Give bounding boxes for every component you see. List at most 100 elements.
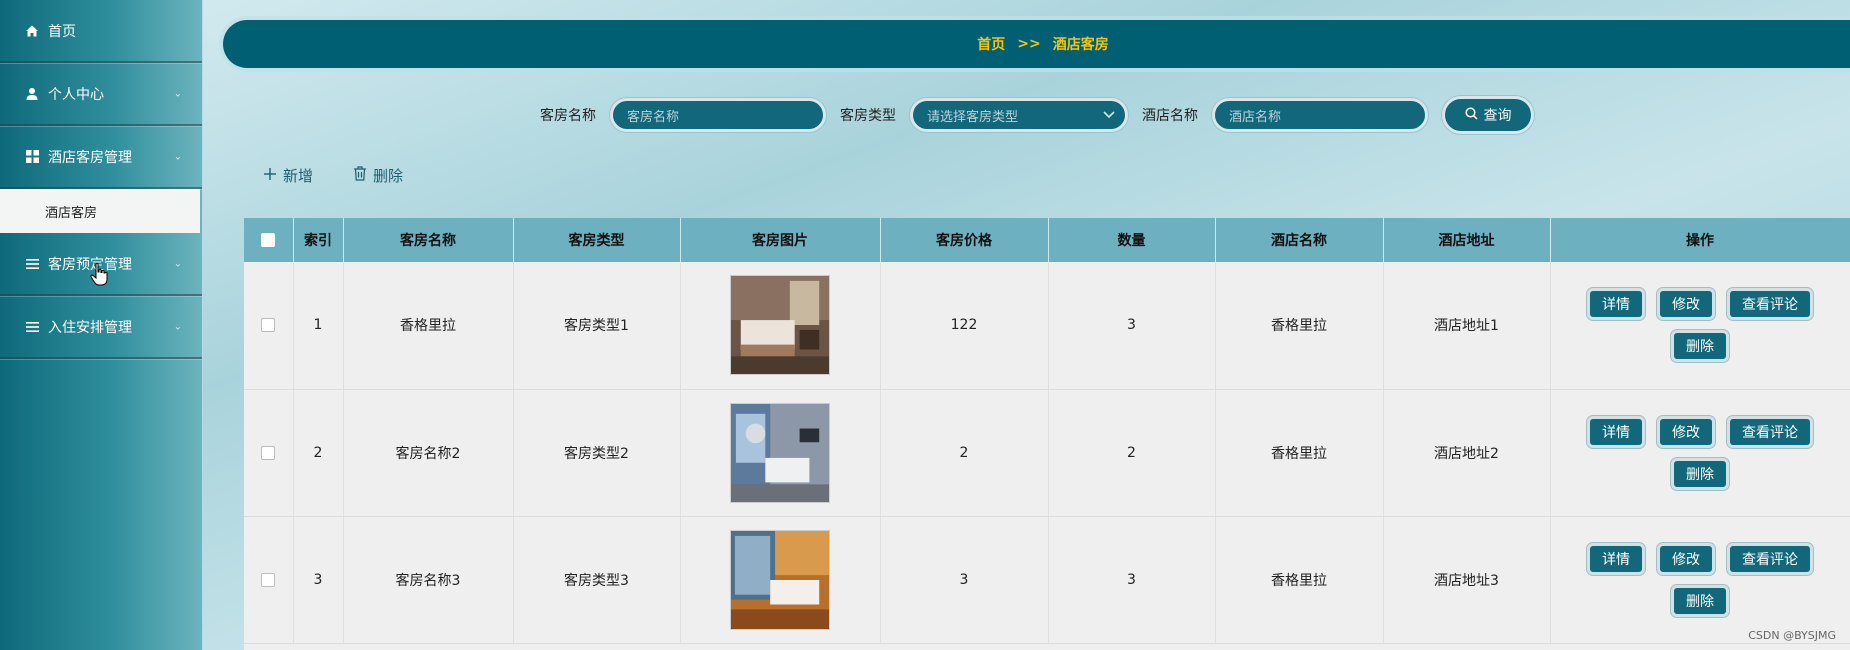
room-price-cell: 3: [880, 516, 1049, 644]
delete-button[interactable]: 删除: [1671, 330, 1729, 363]
table-row: 3 客房名称3 客房类型3 3 3 香格里拉 酒店地址3 详情 修改 查看评论 …: [244, 516, 1850, 644]
room-type-cell: 客房类型1: [513, 262, 681, 390]
room-count-cell: 3: [1048, 262, 1216, 390]
sidebar: 首页 个人中心 ⌄ 酒店客房管理 ⌄ 酒店客房 客房预定管理 ⌄ 入住安排管理 …: [0, 0, 203, 650]
edit-button[interactable]: 修改: [1657, 415, 1715, 448]
sidebar-item-hotel-room-management[interactable]: 酒店客房管理 ⌄: [0, 126, 202, 189]
operations-cell: 详情 修改 查看评论 删除: [1550, 516, 1850, 644]
hotel-name-cell: 香格里拉: [1215, 389, 1384, 517]
sidebar-item-home[interactable]: 首页: [0, 0, 202, 63]
home-icon: [24, 23, 40, 39]
hotel-address-cell: 酒店地址3: [1383, 516, 1551, 644]
row-checkbox[interactable]: [261, 318, 276, 333]
query-button[interactable]: 查询: [1442, 96, 1534, 134]
column-header: 客房名称: [343, 218, 514, 262]
search-bar: 客房名称 客房名称 客房类型 请选择客房类型 酒店名称 酒店名称 查询: [540, 96, 1534, 134]
hotel-name-input[interactable]: 酒店名称: [1212, 98, 1428, 132]
sidebar-item-checkin-management[interactable]: 入住安排管理 ⌄: [0, 296, 202, 359]
table-header-row: 索引 客房名称 客房类型 客房图片 客房价格 数量 酒店名称 酒店地址 操作: [244, 218, 1850, 262]
room-count-cell: 2: [1048, 389, 1216, 517]
chevron-down-icon: ⌄: [173, 258, 182, 269]
room-name-input[interactable]: 客房名称: [610, 98, 826, 132]
edit-button[interactable]: 修改: [1657, 288, 1715, 321]
breadcrumb-home[interactable]: 首页: [977, 34, 1005, 54]
room-type-placeholder: 请选择客房类型: [927, 109, 1019, 125]
delete-button[interactable]: 删除: [1671, 457, 1729, 490]
operations-cell: 详情 修改 查看评论 删除: [1550, 389, 1850, 517]
room-price-cell: 2: [880, 389, 1049, 517]
column-header: 索引: [293, 218, 344, 262]
hotel-address-cell: 酒店地址1: [1383, 262, 1551, 390]
row-select-cell: [244, 516, 294, 644]
grid-icon: [24, 149, 40, 165]
breadcrumb: 首页 >> 酒店客房: [223, 20, 1850, 68]
chevron-down-icon: ⌄: [173, 321, 182, 332]
watermark: CSDN @BYSJMG: [1748, 629, 1836, 642]
column-header: 客房类型: [513, 218, 681, 262]
chevron-down-icon: ⌄: [173, 88, 182, 99]
detail-button[interactable]: 详情: [1587, 288, 1645, 321]
plus-icon: [263, 167, 277, 185]
room-image-cell: [680, 262, 881, 390]
room-type-cell: 客房类型3: [513, 516, 681, 644]
index-cell: 2: [293, 389, 344, 517]
column-header: 数量: [1048, 218, 1216, 262]
hotel-name-label: 酒店名称: [1142, 108, 1198, 124]
room-type-cell: 客房类型2: [513, 389, 681, 517]
select-all-cell: [244, 218, 294, 262]
column-header: 客房价格: [880, 218, 1049, 262]
submenu-item-hotel-rooms[interactable]: 酒店客房: [0, 189, 200, 233]
room-image-cell: [680, 516, 881, 644]
view-reviews-button[interactable]: 查看评论: [1727, 415, 1813, 448]
breadcrumb-current: 酒店客房: [1052, 37, 1109, 53]
index-cell: 1: [293, 262, 344, 390]
list-icon: [24, 319, 40, 335]
column-header: 操作: [1550, 218, 1850, 262]
detail-button[interactable]: 详情: [1587, 542, 1645, 575]
room-name-placeholder: 客房名称: [627, 109, 680, 125]
sidebar-item-label: 入住安排管理: [48, 319, 132, 336]
room-name-cell: 香格里拉: [343, 262, 514, 390]
sidebar-item-label: 首页: [48, 23, 76, 40]
breadcrumb-separator: >>: [1017, 36, 1041, 52]
select-all-checkbox[interactable]: [261, 233, 276, 247]
chevron-down-icon: [1103, 108, 1115, 123]
room-name-cell: 客房名称3: [343, 516, 514, 644]
search-icon: [1464, 106, 1478, 124]
batch-delete-button[interactable]: 删除: [353, 165, 403, 186]
user-icon: [24, 86, 40, 102]
query-button-label: 查询: [1483, 108, 1512, 124]
trash-icon: [353, 166, 367, 185]
sidebar-item-personal-center[interactable]: 个人中心 ⌄: [0, 63, 202, 126]
delete-button[interactable]: 删除: [1671, 584, 1729, 617]
room-image: [730, 275, 830, 376]
list-icon: [24, 256, 40, 272]
view-reviews-button[interactable]: 查看评论: [1727, 542, 1813, 575]
hotel-address-cell: 酒店地址2: [1383, 389, 1551, 517]
room-type-label: 客房类型: [840, 108, 896, 124]
hand-cursor-icon: [90, 262, 108, 286]
index-cell: 3: [293, 516, 344, 644]
add-button-label: 新增: [283, 167, 314, 185]
table-row: 2 客房名称2 客房类型2 2 2 香格里拉 酒店地址2 详情 修改 查看评论 …: [244, 389, 1850, 517]
room-image-cell: [680, 389, 881, 517]
view-reviews-button[interactable]: 查看评论: [1727, 288, 1813, 321]
hotel-name-cell: 香格里拉: [1215, 516, 1384, 644]
column-header: 酒店地址: [1383, 218, 1551, 262]
submenu-item-label: 酒店客房: [45, 205, 98, 221]
add-button[interactable]: 新增: [263, 165, 313, 186]
detail-button[interactable]: 详情: [1587, 415, 1645, 448]
room-name-cell: 客房名称2: [343, 389, 514, 517]
data-table: 索引 客房名称 客房类型 客房图片 客房价格 数量 酒店名称 酒店地址 操作 1…: [244, 218, 1850, 650]
table-row: 1 香格里拉 客房类型1 122 3 香格里拉 酒店地址1 详情 修改 查看评论…: [244, 262, 1850, 390]
row-checkbox[interactable]: [261, 445, 276, 460]
main-content: 首页 >> 酒店客房 客房名称 客房名称 客房类型 请选择客房类型 酒店名称 酒…: [203, 0, 1850, 650]
sidebar-item-label: 个人中心: [48, 86, 104, 103]
room-type-select[interactable]: 请选择客房类型: [910, 98, 1128, 132]
hotel-name-placeholder: 酒店名称: [1229, 109, 1282, 125]
room-name-label: 客房名称: [540, 108, 596, 124]
room-count-cell: 3: [1048, 516, 1216, 644]
row-checkbox[interactable]: [261, 572, 276, 587]
edit-button[interactable]: 修改: [1657, 542, 1715, 575]
room-price-cell: 122: [880, 262, 1049, 390]
